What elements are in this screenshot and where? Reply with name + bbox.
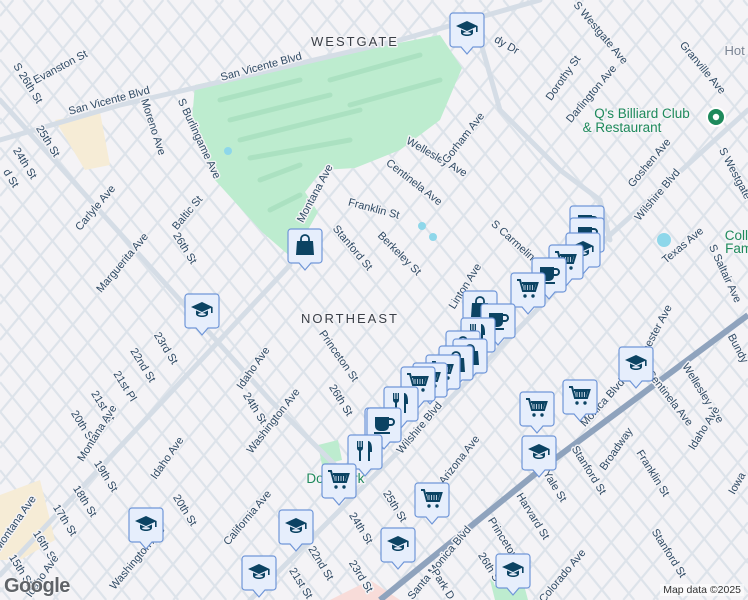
place-label: Hot 8 — [724, 43, 748, 58]
school-icon — [521, 435, 557, 478]
school-marker[interactable] — [241, 555, 277, 599]
school-icon — [380, 527, 416, 570]
school-icon — [449, 12, 485, 55]
school-icon — [241, 555, 277, 598]
map-attribution[interactable]: Map data ©2025 — [660, 584, 744, 596]
google-logo[interactable]: Google — [4, 575, 70, 598]
grocery-marker[interactable] — [562, 379, 598, 423]
grocery-marker[interactable] — [321, 463, 357, 507]
school-marker[interactable] — [128, 507, 164, 551]
map-base: WESTGATE NORTHEAST Q's Billiard Club& Rest… — [0, 0, 748, 600]
school-marker[interactable] — [278, 509, 314, 553]
school-marker[interactable] — [521, 435, 557, 479]
grocery-marker[interactable] — [414, 482, 450, 526]
neighborhood-label: WESTGATE — [311, 34, 399, 49]
school-icon — [128, 507, 164, 550]
neighborhood-label: NORTHEAST — [301, 311, 399, 326]
grocery-icon — [519, 391, 555, 434]
grocery-marker[interactable] — [519, 391, 555, 435]
poi-label: Q's Billiard Club — [594, 106, 690, 121]
school-icon — [618, 346, 654, 389]
school-icon — [495, 553, 531, 596]
school-marker[interactable] — [184, 293, 220, 337]
school-icon — [184, 293, 220, 336]
school-marker[interactable] — [380, 527, 416, 571]
shopping-marker[interactable] — [287, 228, 323, 272]
poi-label: Family — [725, 241, 748, 256]
shopping-icon — [287, 228, 323, 271]
grocery-icon — [321, 463, 357, 506]
school-icon — [278, 509, 314, 552]
grocery-icon — [414, 482, 450, 525]
school-marker[interactable] — [449, 12, 485, 56]
poi-label: & Restaurant — [583, 120, 662, 135]
grocery-icon — [562, 379, 598, 422]
map-canvas[interactable]: WESTGATE NORTHEAST Q's Billiard Club & Rest… — [0, 0, 748, 600]
school-marker[interactable] — [495, 553, 531, 597]
school-marker[interactable] — [618, 346, 654, 390]
